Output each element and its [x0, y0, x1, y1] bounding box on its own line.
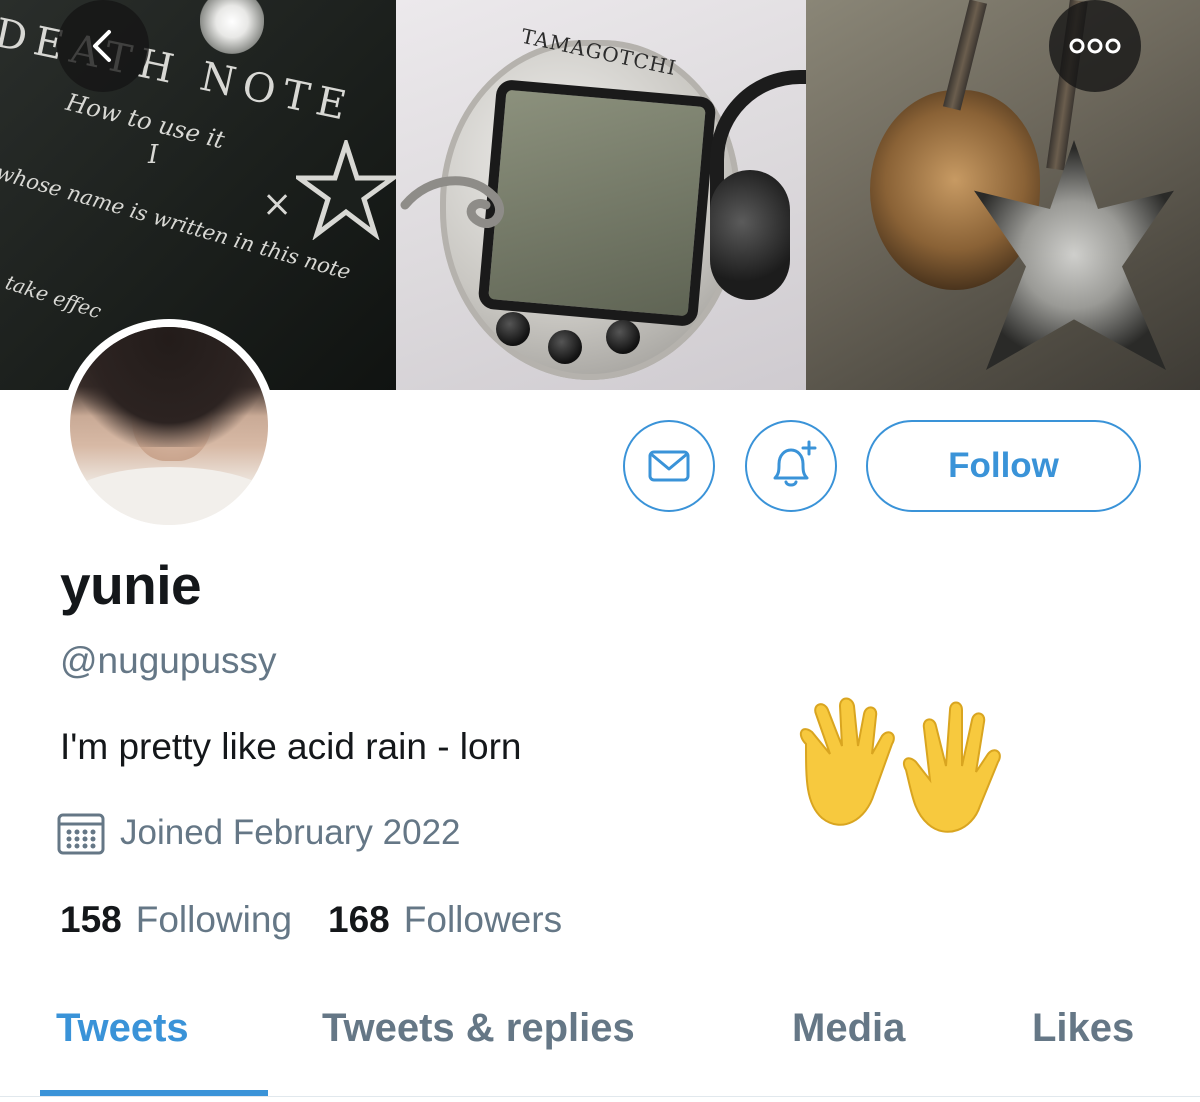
guitar-brown — [870, 90, 1040, 290]
tabs-divider — [0, 1096, 1200, 1097]
display-name: yunie — [60, 554, 202, 616]
death-note-number: I — [148, 140, 159, 170]
tamagotchi-button — [606, 320, 640, 354]
back-button[interactable] — [57, 0, 149, 92]
tab-media[interactable]: Media — [792, 1006, 905, 1051]
swirl-ornament-icon — [400, 176, 505, 228]
following-label: Following — [135, 899, 293, 940]
profile-tabs: Tweets Tweets & replies Media Likes — [0, 1000, 1200, 1102]
profile-bio: I'm pretty like acid rain - lorn — [60, 726, 522, 767]
profile-avatar[interactable] — [62, 319, 276, 533]
tamagotchi-button — [496, 312, 530, 346]
following-stat[interactable]: 158 Following — [60, 899, 292, 941]
followers-stat[interactable]: 168 Followers — [328, 899, 562, 941]
tab-likes[interactable]: Likes — [1032, 1006, 1134, 1051]
follow-button[interactable]: Follow — [866, 420, 1141, 512]
user-handle: @nugupussy — [60, 640, 277, 681]
tab-tweets-replies[interactable]: Tweets & replies — [322, 1006, 635, 1051]
banner-guitars-photo — [806, 0, 1200, 390]
followers-count: 168 — [328, 899, 390, 940]
death-note-x-mark: × — [262, 184, 293, 225]
calendar-icon — [57, 813, 105, 855]
avatar-hair — [70, 327, 268, 447]
following-count: 158 — [60, 899, 122, 940]
follow-stats: 158 Following 168 Followers — [60, 899, 562, 941]
envelope-icon — [648, 450, 690, 482]
tab-tweets[interactable]: Tweets — [56, 1006, 189, 1051]
notifications-button[interactable] — [745, 420, 837, 512]
star-emblem-icon — [296, 140, 396, 240]
joined-row: Joined February 2022 — [56, 810, 461, 856]
chevron-left-icon — [93, 30, 111, 62]
bell-plus-icon — [773, 440, 817, 487]
avatar-shirt — [70, 467, 268, 525]
joined-date: Joined February 2022 — [120, 813, 461, 852]
more-options-button[interactable] — [1049, 0, 1141, 92]
avatar-photo — [70, 327, 268, 525]
raised-hands-emoji — [799, 697, 1001, 833]
tamagotchi-button — [548, 330, 582, 364]
headphones-cup — [710, 170, 790, 300]
skull-emblem — [200, 0, 264, 54]
followers-label: Followers — [403, 899, 563, 940]
death-note-take: take effec — [2, 270, 105, 324]
death-note-title: DEATH NOTE — [0, 10, 358, 132]
more-dots-icon — [1069, 38, 1121, 54]
message-button[interactable] — [623, 420, 715, 512]
